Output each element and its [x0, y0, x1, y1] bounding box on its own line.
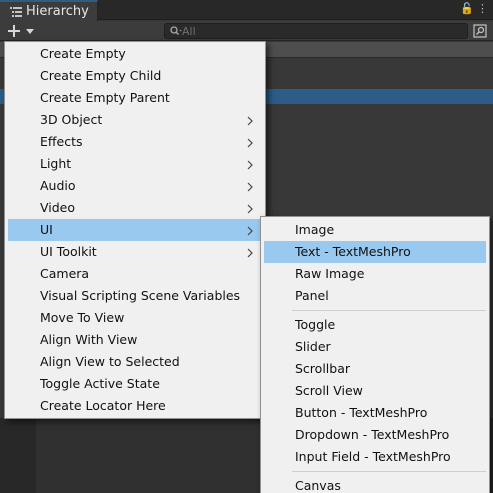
menu-item-label: Video	[40, 200, 76, 215]
tab-hierarchy[interactable]: Hierarchy	[0, 0, 98, 21]
menu-item-move-to-view[interactable]: Move To View	[8, 307, 262, 329]
tab-actions: 🔓 ⋮	[460, 3, 488, 15]
menu-item-light[interactable]: Light	[8, 153, 262, 175]
menu-item-label: Create Empty Parent	[40, 90, 170, 105]
menu-item-label: Canvas	[295, 478, 341, 493]
menu-item-label: UI Toolkit	[40, 244, 97, 259]
menu-item-label: Camera	[40, 266, 90, 281]
menu-item-label: Audio	[40, 178, 76, 193]
menu-item-raw-image[interactable]: Raw Image	[264, 263, 486, 285]
menu-separator	[292, 471, 486, 472]
menu-item-label: Toggle Active State	[40, 376, 160, 391]
window-tab-bar: Hierarchy 🔓 ⋮	[0, 0, 493, 21]
more-options-icon[interactable]: ⋮	[477, 3, 488, 15]
menu-item-create-locator-here[interactable]: Create Locator Here	[8, 395, 262, 417]
chevron-right-icon	[247, 137, 253, 148]
chevron-down-icon	[26, 29, 34, 34]
menu-item-create-empty-child[interactable]: Create Empty Child	[8, 65, 262, 87]
menu-item-image[interactable]: Image	[264, 219, 486, 241]
hierarchy-list-icon	[10, 7, 22, 17]
menu-item-label: Align View to Selected	[40, 354, 180, 369]
menu-item-ui-toolkit[interactable]: UI Toolkit	[8, 241, 262, 263]
menu-item-3d-object[interactable]: 3D Object	[8, 109, 262, 131]
menu-item-scrollbar[interactable]: Scrollbar	[264, 358, 486, 380]
menu-item-panel[interactable]: Panel	[264, 285, 486, 307]
menu-item-slider[interactable]: Slider	[264, 336, 486, 358]
menu-item-canvas[interactable]: Canvas	[264, 475, 486, 493]
menu-item-text-textmeshpro[interactable]: Text - TextMeshPro	[264, 241, 486, 263]
menu-item-label: Align With View	[40, 332, 138, 347]
menu-item-label: Input Field - TextMeshPro	[295, 449, 451, 464]
menu-item-label: Create Empty	[40, 46, 126, 61]
menu-item-label: Raw Image	[295, 266, 365, 281]
menu-item-effects[interactable]: Effects	[8, 131, 262, 153]
menu-separator	[292, 310, 486, 311]
chevron-right-icon	[247, 225, 253, 236]
scene-search-icon[interactable]	[472, 23, 488, 39]
chevron-right-icon	[247, 115, 253, 126]
menu-item-label: Scrollbar	[295, 361, 350, 376]
menu-item-visual-scripting-scene-variables[interactable]: Visual Scripting Scene Variables	[8, 285, 262, 307]
menu-item-create-empty-parent[interactable]: Create Empty Parent	[8, 87, 262, 109]
menu-item-label: Slider	[295, 339, 331, 354]
menu-item-input-field-textmeshpro[interactable]: Input Field - TextMeshPro	[264, 446, 486, 468]
menu-item-label: Text - TextMeshPro	[295, 244, 411, 259]
create-context-menu: Create Empty Create Empty Child Create Emp…	[4, 41, 266, 419]
menu-item-label: Image	[295, 222, 335, 237]
hierarchy-inner-area	[36, 418, 266, 493]
menu-item-label: Scroll View	[295, 383, 363, 398]
menu-item-scroll-view[interactable]: Scroll View	[264, 380, 486, 402]
chevron-right-icon	[247, 247, 253, 258]
chevron-right-icon	[247, 181, 253, 192]
menu-item-label: Light	[40, 156, 72, 171]
menu-item-label: Effects	[40, 134, 83, 149]
menu-item-dropdown-textmeshpro[interactable]: Dropdown - TextMeshPro	[264, 424, 486, 446]
search-input[interactable]	[182, 24, 462, 38]
search-field[interactable]	[164, 23, 468, 39]
menu-item-label: Visual Scripting Scene Variables	[40, 288, 241, 303]
menu-item-label: 3D Object	[40, 112, 103, 127]
menu-item-video[interactable]: Video	[8, 197, 262, 219]
menu-item-label: UI	[40, 222, 53, 237]
menu-item-align-view-to-selected[interactable]: Align View to Selected	[8, 351, 262, 373]
menu-item-label: Button - TextMeshPro	[295, 405, 428, 420]
menu-item-label: Move To View	[40, 310, 125, 325]
menu-item-align-with-view[interactable]: Align With View	[8, 329, 262, 351]
menu-item-label: Toggle	[295, 317, 336, 332]
menu-item-label: Panel	[295, 288, 329, 303]
chevron-right-icon	[247, 203, 253, 214]
create-dropdown-button[interactable]	[5, 23, 37, 39]
hierarchy-toolbar	[0, 21, 493, 41]
chevron-right-icon	[247, 159, 253, 170]
menu-item-ui[interactable]: UI	[8, 219, 262, 241]
menu-item-button-textmeshpro[interactable]: Button - TextMeshPro	[264, 402, 486, 424]
menu-item-camera[interactable]: Camera	[8, 263, 262, 285]
menu-item-audio[interactable]: Audio	[8, 175, 262, 197]
menu-item-toggle[interactable]: Toggle	[264, 314, 486, 336]
menu-item-label: Dropdown - TextMeshPro	[295, 427, 450, 442]
ui-submenu: Image Text - TextMeshPro Raw Image Panel Tog…	[260, 216, 490, 493]
menu-item-label: Create Empty Child	[40, 68, 162, 83]
plus-icon	[8, 25, 20, 37]
menu-item-toggle-active-state[interactable]: Toggle Active State	[8, 373, 262, 395]
menu-item-label: Create Locator Here	[40, 398, 166, 413]
tab-title: Hierarchy	[26, 4, 89, 19]
menu-item-create-empty[interactable]: Create Empty	[8, 43, 262, 65]
lock-icon[interactable]: 🔓	[460, 3, 474, 15]
